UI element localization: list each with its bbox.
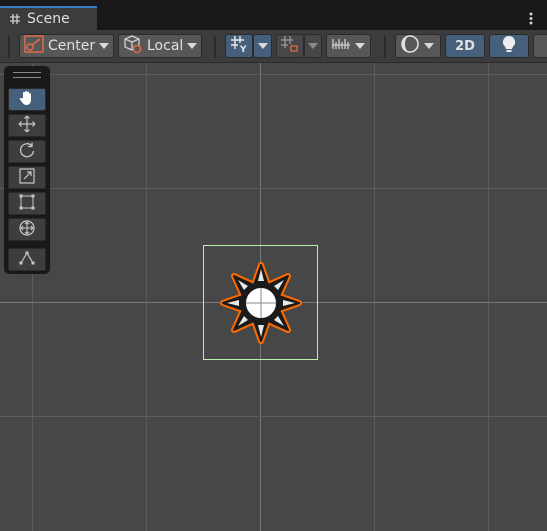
pivot-space-label: Local (147, 38, 184, 54)
toolbar-separator (384, 36, 386, 58)
lighting-bulb-icon (502, 35, 516, 57)
move-arrows-icon (18, 115, 36, 137)
rect-transform-icon (18, 193, 36, 215)
gizmos-ruler-dropdown[interactable] (326, 34, 371, 58)
custom-tool-button[interactable] (8, 248, 46, 271)
shading-mode-icon (400, 34, 420, 58)
selected-sprite[interactable] (219, 261, 303, 345)
grid-line (0, 188, 547, 189)
grid-line (146, 63, 147, 531)
pivot-mode-dropdown[interactable]: Center (19, 34, 114, 58)
scale-icon (18, 167, 36, 189)
shading-mode-dropdown[interactable] (395, 34, 441, 58)
toolbar-separator (214, 36, 216, 58)
hand-icon (18, 89, 36, 111)
tools-overlay (4, 66, 50, 274)
chevron-down-icon (308, 43, 318, 49)
pivot-mode-label: Center (48, 38, 96, 54)
rotate-tool-button[interactable] (8, 140, 46, 163)
svg-text:Y: Y (239, 45, 247, 53)
grid-snap-icon: Y (230, 35, 248, 57)
grid-line (0, 74, 547, 75)
grid-snap-dropdown[interactable] (253, 34, 272, 58)
grid-snap-toggle[interactable]: Y (225, 34, 253, 58)
tab-scene[interactable]: Scene (0, 6, 97, 30)
scene-toolbar: Center Local Y 2D (0, 30, 547, 63)
mode-2d-toggle[interactable]: 2D (445, 34, 485, 58)
transform-tool-button[interactable] (8, 218, 46, 241)
chevron-down-icon (424, 43, 434, 49)
move-tool-button[interactable] (8, 114, 46, 137)
hand-tool-button[interactable] (8, 88, 46, 111)
audio-toggle-partial[interactable] (533, 34, 547, 58)
chevron-down-icon (355, 43, 365, 49)
scale-tool-button[interactable] (8, 166, 46, 189)
grid-line (374, 63, 375, 531)
grid-hash-icon (9, 10, 21, 29)
compass-star-icon (219, 261, 303, 345)
grid-line (0, 416, 547, 417)
increment-snap-toggle[interactable] (276, 34, 304, 58)
chevron-down-icon (187, 43, 198, 49)
increment-snap-dropdown[interactable] (304, 34, 322, 58)
window-tab-bar: Scene (0, 0, 547, 30)
tab-scene-label: Scene (27, 11, 70, 27)
pivot-space-dropdown[interactable]: Local (118, 34, 202, 58)
gizmos-ruler-icon (331, 36, 351, 56)
path-edit-icon (18, 249, 36, 271)
grid-line (488, 63, 489, 531)
rotate-icon (18, 141, 36, 163)
toolbar-grip (8, 36, 10, 58)
more-options-icon[interactable] (529, 10, 533, 25)
chevron-down-icon (257, 43, 268, 49)
local-space-icon (123, 34, 143, 58)
overlay-drag-handle[interactable] (13, 72, 41, 78)
chevron-down-icon (99, 43, 110, 49)
pivot-center-icon (24, 35, 44, 57)
scene-lighting-toggle[interactable] (489, 34, 529, 58)
rect-tool-button[interactable] (8, 192, 46, 215)
increment-snap-icon (280, 35, 300, 57)
mode-2d-label: 2D (455, 38, 475, 54)
transform-all-icon (18, 219, 36, 241)
